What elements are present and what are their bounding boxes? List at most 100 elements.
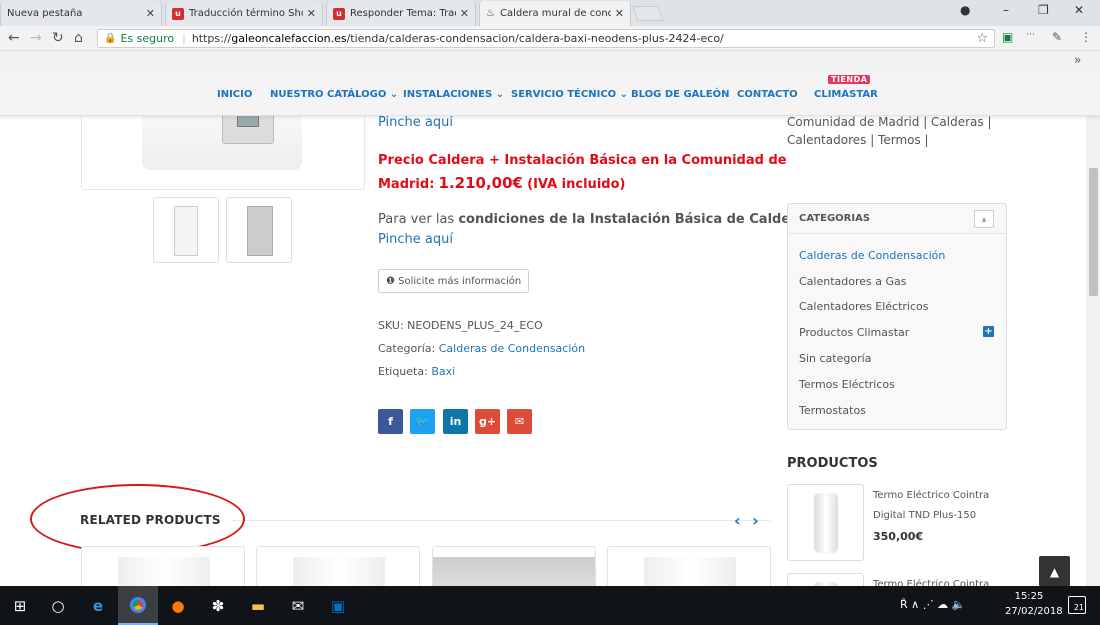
- firefox-icon[interactable]: ●: [158, 586, 198, 625]
- tab-new-tab[interactable]: Nueva pestaña ✕: [0, 1, 162, 26]
- home-icon[interactable]: ⌂: [74, 30, 83, 46]
- annotation-ellipse: [30, 484, 245, 554]
- clock[interactable]: 15:25 27/02/2018: [1005, 589, 1063, 619]
- scrollbar-thumb[interactable]: [1089, 168, 1098, 296]
- extension-2-icon[interactable]: ⋯: [1026, 30, 1035, 40]
- price-line-2: Madrid: 1.210,00€ (IVA incluido): [378, 174, 626, 192]
- price-line-1: Precio Caldera + Instalación Básica en l…: [378, 153, 787, 168]
- google-plus-share-button[interactable]: g+: [475, 409, 500, 434]
- outlook-icon[interactable]: ▣: [318, 586, 358, 625]
- category-item[interactable]: Termostatos: [799, 404, 866, 417]
- twitter-icon: 🐦: [415, 415, 430, 428]
- category-item[interactable]: Calentadores a Gas: [799, 275, 907, 288]
- site-navigation: INICIO NUESTRO CATÁLOGO ⌄ INSTALACIONES …: [0, 71, 1100, 116]
- category-item[interactable]: Calderas de Condensación: [799, 249, 945, 262]
- window-close-icon[interactable]: ✕: [1074, 3, 1084, 17]
- product-main-image[interactable]: [81, 116, 365, 190]
- url-separator: |: [182, 32, 186, 45]
- nav-inicio[interactable]: INICIO: [217, 89, 252, 100]
- sku-line: SKU: NEODENS_PLUS_24_ECO: [378, 319, 543, 332]
- category-line: Categoría: Calderas de Condensación: [378, 342, 586, 355]
- boiler-control-panel: [222, 116, 274, 144]
- maximize-icon[interactable]: ❐: [1038, 3, 1049, 17]
- pinche-aqui-link-bottom[interactable]: Pinche aquí: [378, 232, 453, 247]
- tag-link[interactable]: Baxi: [431, 365, 455, 378]
- reload-icon[interactable]: ↻: [52, 30, 64, 46]
- notification-center-icon[interactable]: 21: [1068, 596, 1086, 614]
- search-icon[interactable]: ○: [38, 586, 78, 625]
- extension-icon[interactable]: ▣: [1002, 30, 1013, 44]
- nav-servicio-tecnico[interactable]: SERVICIO TÉCNICO ⌄: [511, 89, 628, 100]
- sidebar-tags-line-2: Calentadores | Termos |: [787, 133, 929, 147]
- close-icon[interactable]: ✕: [146, 7, 155, 20]
- category-item[interactable]: Productos Climastar: [799, 326, 909, 339]
- expand-plus-icon[interactable]: +: [983, 326, 994, 337]
- url-input[interactable]: 🔒 Es seguro | https://galeoncalefaccion.…: [97, 29, 995, 48]
- chrome-icon[interactable]: [118, 586, 158, 625]
- related-product-card[interactable]: [256, 546, 420, 586]
- product-thumbnail-1[interactable]: [153, 197, 219, 263]
- site-favicon-icon: u: [333, 7, 345, 20]
- request-info-button[interactable]: ❶ Solicite más información: [378, 269, 530, 293]
- related-product-card[interactable]: [607, 546, 771, 586]
- category-item[interactable]: Sin categoría: [799, 352, 871, 365]
- menu-kebab-icon[interactable]: ⋮: [1080, 30, 1092, 44]
- tag-line: Etiqueta: Baxi: [378, 365, 456, 378]
- nav-climastar[interactable]: CLIMASTAR: [814, 89, 878, 100]
- bookmark-star-icon[interactable]: ☆: [976, 31, 988, 46]
- collapse-toggle-icon[interactable]: ▲: [974, 210, 994, 228]
- minimize-icon[interactable]: –: [1003, 3, 1009, 17]
- nav-catalogo[interactable]: NUESTRO CATÁLOGO ⌄: [270, 89, 398, 100]
- url-text: https://galeoncalefaccion.es/tienda/cald…: [191, 32, 724, 45]
- related-product-card[interactable]: [81, 546, 245, 586]
- conditions-text: Para ver las condiciones de la Instalaci…: [378, 212, 809, 227]
- sidebar-product-price: 350,00€: [873, 530, 924, 543]
- tab-title: Responder Tema: Traduc: [350, 8, 456, 19]
- tienda-badge: TIENDA: [828, 75, 871, 84]
- linkedin-share-button[interactable]: in: [443, 409, 468, 434]
- facebook-share-button[interactable]: f: [378, 409, 403, 434]
- category-item[interactable]: Termos Eléctricos: [799, 378, 895, 391]
- price-value: 1.210,00€: [438, 174, 523, 192]
- eyedropper-icon[interactable]: ✎: [1052, 30, 1062, 44]
- forward-icon[interactable]: →: [30, 30, 42, 46]
- related-product-card[interactable]: [432, 546, 596, 586]
- sidebar-product-thumbnail[interactable]: [787, 573, 864, 586]
- file-explorer-icon[interactable]: ▬: [238, 586, 278, 625]
- nav-blog[interactable]: BLOG DE GALEÓN: [631, 89, 729, 100]
- twitter-share-button[interactable]: 🐦: [410, 409, 435, 434]
- close-icon[interactable]: ✕: [307, 7, 316, 20]
- sidebar-tags-line-1: Comunidad de Madrid | Calderas |: [787, 116, 992, 129]
- profile-icon[interactable]: ●: [960, 3, 970, 17]
- close-icon[interactable]: ✕: [615, 7, 624, 20]
- sidebar-product-thumbnail[interactable]: [787, 484, 864, 561]
- tab-caldera-active[interactable]: ♨ Caldera mural de conden ✕: [479, 1, 631, 26]
- tab-traduccion[interactable]: u Traducción término Show ✕: [165, 1, 323, 26]
- pinche-aqui-link-top[interactable]: Pinche aquí: [378, 116, 453, 130]
- sidebar-product-name[interactable]: Termo Eléctrico Cointra: [873, 575, 989, 586]
- tab-responder[interactable]: u Responder Tema: Traduc ✕: [326, 1, 476, 26]
- tab-bar: Nueva pestaña ✕ u Traducción término Sho…: [0, 0, 1100, 26]
- close-icon[interactable]: ✕: [460, 7, 469, 20]
- mail-icon[interactable]: ✉: [278, 586, 318, 625]
- email-share-button[interactable]: ✉: [507, 409, 532, 434]
- windows-start-icon[interactable]: ⊞: [0, 586, 40, 625]
- edge-icon[interactable]: e: [78, 586, 118, 625]
- paint-icon[interactable]: ✽: [198, 586, 238, 625]
- product-thumbnail-2[interactable]: [226, 197, 292, 263]
- nav-contacto[interactable]: CONTACTO: [737, 89, 798, 100]
- scroll-to-top-button[interactable]: ▲: [1039, 556, 1070, 587]
- category-item[interactable]: Calentadores Eléctricos: [799, 300, 928, 313]
- more-bookmarks-icon[interactable]: »: [1074, 53, 1081, 67]
- nav-instalaciones[interactable]: INSTALACIONES ⌄: [403, 89, 504, 100]
- boiler-favicon-icon: ♨: [486, 8, 495, 19]
- tab-title: Caldera mural de conden: [499, 8, 611, 19]
- back-icon[interactable]: ←: [8, 30, 20, 46]
- sidebar-product-name[interactable]: Termo Eléctrico Cointra Digital TND Plus-…: [873, 486, 989, 526]
- system-tray-icons[interactable]: Ȓ ∧ ⋰ ☁ 🔈: [900, 598, 965, 611]
- category-link[interactable]: Calderas de Condensación: [439, 342, 585, 355]
- categories-title: CATEGORIAS: [799, 213, 871, 224]
- secure-label: Es seguro: [120, 32, 175, 45]
- new-tab-button[interactable]: [632, 6, 664, 21]
- carousel-arrows-icon[interactable]: ‹ ›: [734, 511, 762, 530]
